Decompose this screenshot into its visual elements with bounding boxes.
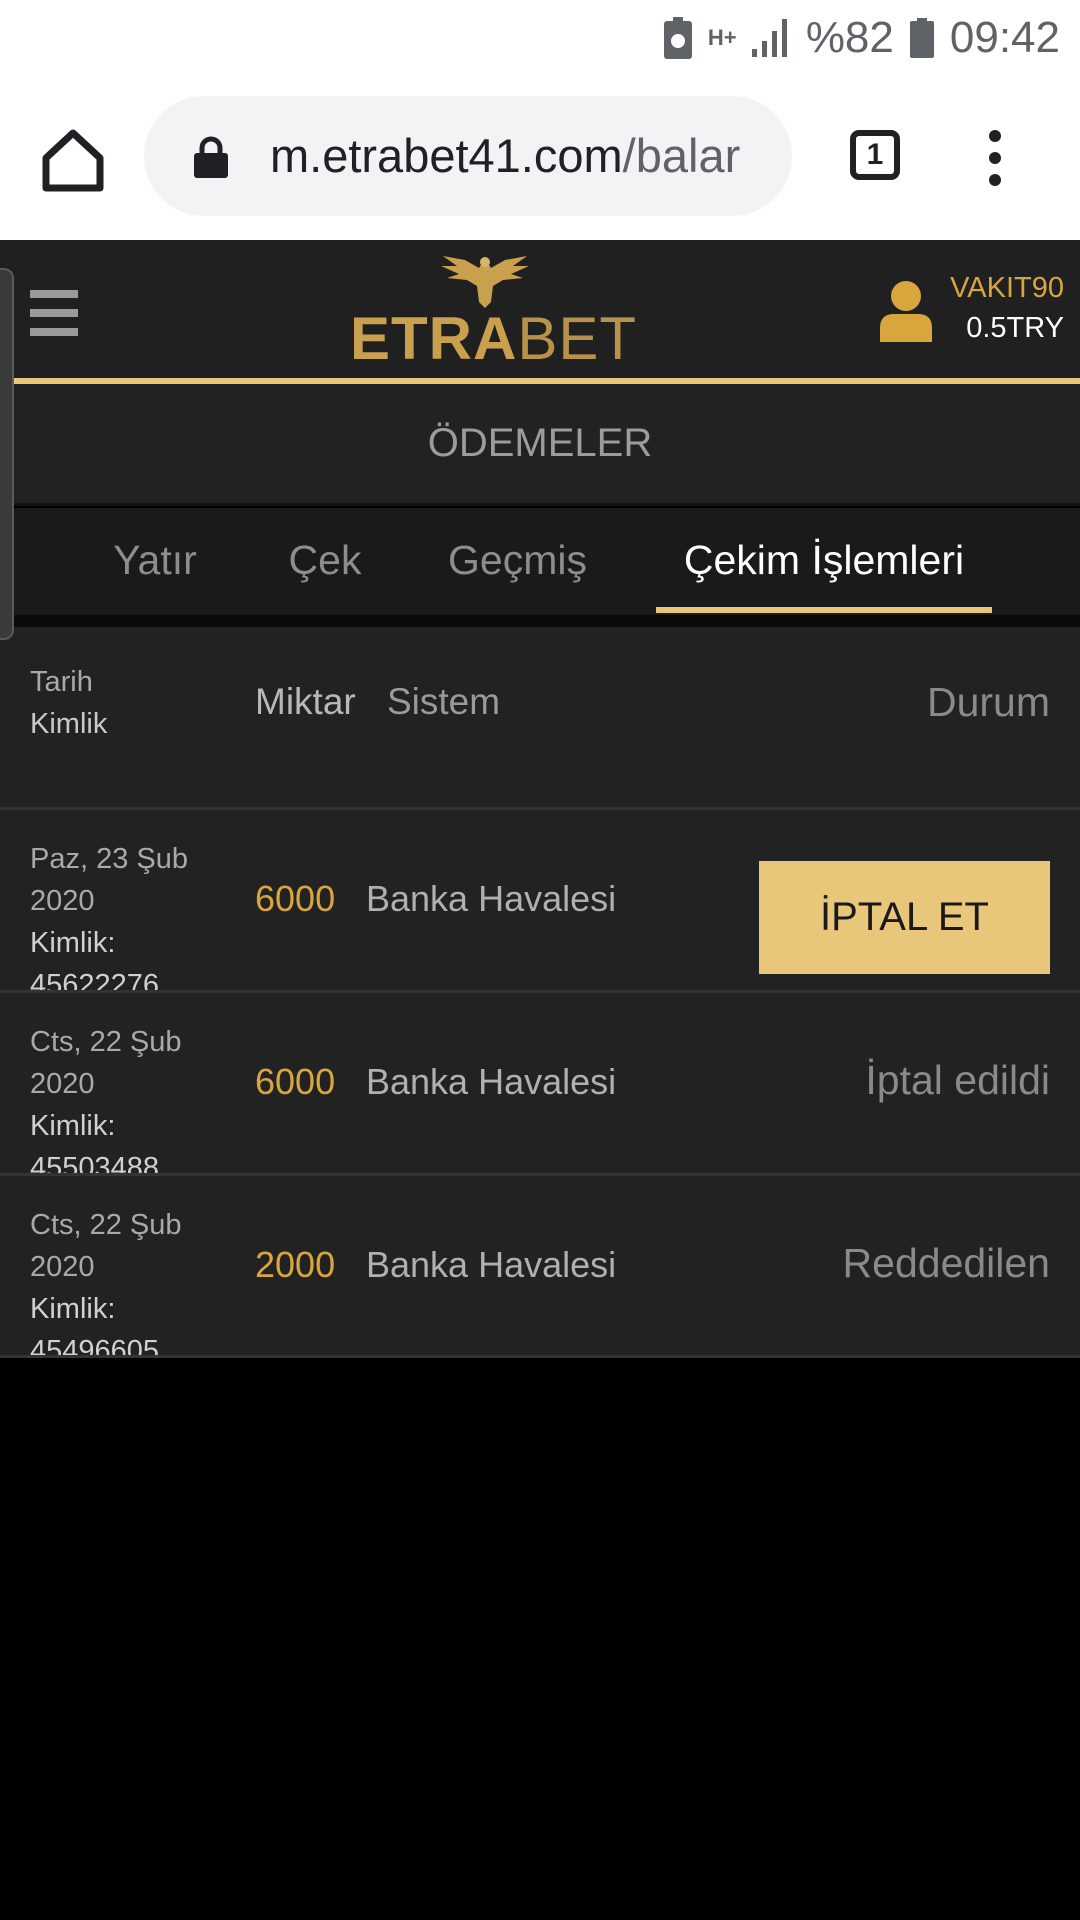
battery-percent: %82 [805,13,894,62]
row-status: İptal edildi [865,1057,1050,1103]
table-row: Paz, 23 Şub 2020 Kimlik: 45622276 6000 B… [0,810,1080,993]
network-type-icon: H+ [707,25,737,50]
home-icon[interactable] [38,124,108,194]
table-row: Cts, 22 Şub 2020 Kimlik: 45503488 6000 B… [0,993,1080,1176]
status-icons: H+ %82 09:42 [663,10,1060,66]
row-amount: 2000 [255,1244,336,1285]
tab-switcher-button[interactable]: 1 [850,130,900,180]
row-date-id: Cts, 22 Şub 2020 Kimlik: 45496605 [30,1204,230,1358]
row-date-id: Paz, 23 Şub 2020 Kimlik: 45622276 [30,838,230,993]
lock-icon [194,136,228,178]
tab-deposit[interactable]: Yatır [90,508,220,615]
row-amount: 6000 [255,1061,336,1102]
url-host: m.etrabet41.com [270,129,623,182]
header-id: Kimlik [30,708,108,740]
row-id-value: 45503488 [30,1152,160,1176]
battery-saver-icon [663,17,692,59]
row-amount: 6000 [255,878,336,919]
active-tab-indicator [656,607,992,613]
logo-text: ETRABET [350,305,636,372]
row-system: Banka Havalesi [366,1061,617,1102]
eagle-logo-icon [441,256,529,308]
page-title: ÖDEMELER [427,421,653,465]
row-date-line2: 2020 [30,1068,95,1100]
row-system: Banka Havalesi [366,878,617,919]
row-status: Reddedilen [842,1240,1050,1286]
row-id-label: Kimlik: [30,927,116,959]
header-amount: Miktar [255,681,356,722]
header-date-id: Tarih Kimlik [30,661,107,745]
tab-count: 1 [866,138,884,171]
logo-suffix: BET [517,305,638,372]
logo-main: ETRA [350,305,518,372]
page-title-bar: ÖDEMELER [0,384,1080,506]
row-date-line1: Paz, 23 Şub [30,843,188,875]
table-header: Tarih Kimlik Miktar Sistem Durum [0,627,1080,810]
status-bar: H+ %82 09:42 [0,0,1080,78]
clock: 09:42 [949,13,1060,62]
row-id-value: 45622276 [30,969,160,993]
more-menu-icon[interactable] [982,128,1008,188]
edge-panel-handle[interactable] [0,268,14,640]
row-date-line2: 2020 [30,885,95,917]
header-status: Durum [926,679,1050,725]
address-bar[interactable]: m.etrabet41.com/balar [144,96,792,216]
row-system: Banka Havalesi [366,1244,617,1285]
battery-icon [909,18,934,58]
hamburger-menu-icon[interactable] [30,290,78,336]
cancel-withdrawal-button[interactable]: İPTAL ET [759,861,1050,974]
row-id-label: Kimlik: [30,1293,116,1325]
row-date-id: Cts, 22 Şub 2020 Kimlik: 45503488 [30,1021,230,1176]
site-logo[interactable]: ETRABET [350,252,636,372]
tab-history[interactable]: Geçmiş [430,508,605,615]
row-id-label: Kimlik: [30,1110,116,1142]
header-system: Sistem [387,681,501,722]
browser-toolbar: m.etrabet41.com/balar 1 [0,78,1080,240]
url-text[interactable]: m.etrabet41.com/balar [270,123,770,189]
site-header: ETRABET VAKIT90 0.5TRY [0,240,1080,378]
header-date: Tarih [30,666,93,698]
tab-withdrawal-transactions[interactable]: Çekim İşlemleri [656,508,992,615]
row-id-value: 45496605 [30,1335,160,1358]
username[interactable]: VAKIT90 [950,272,1064,305]
row-date-line1: Cts, 22 Şub [30,1209,182,1241]
table-row: Cts, 22 Şub 2020 Kimlik: 45496605 2000 B… [0,1176,1080,1358]
user-balance: 0.5TRY [966,312,1064,344]
url-path: /balar [622,129,741,182]
row-date-line2: 2020 [30,1251,95,1283]
signal-icon [751,19,787,57]
payment-tabs: Yatır Çek Geçmiş Çekim İşlemleri [0,508,1080,615]
user-icon[interactable] [878,280,934,342]
tabs-divider [0,615,1080,627]
tab-withdraw[interactable]: Çek [270,508,380,615]
row-date-line1: Cts, 22 Şub [30,1026,182,1058]
